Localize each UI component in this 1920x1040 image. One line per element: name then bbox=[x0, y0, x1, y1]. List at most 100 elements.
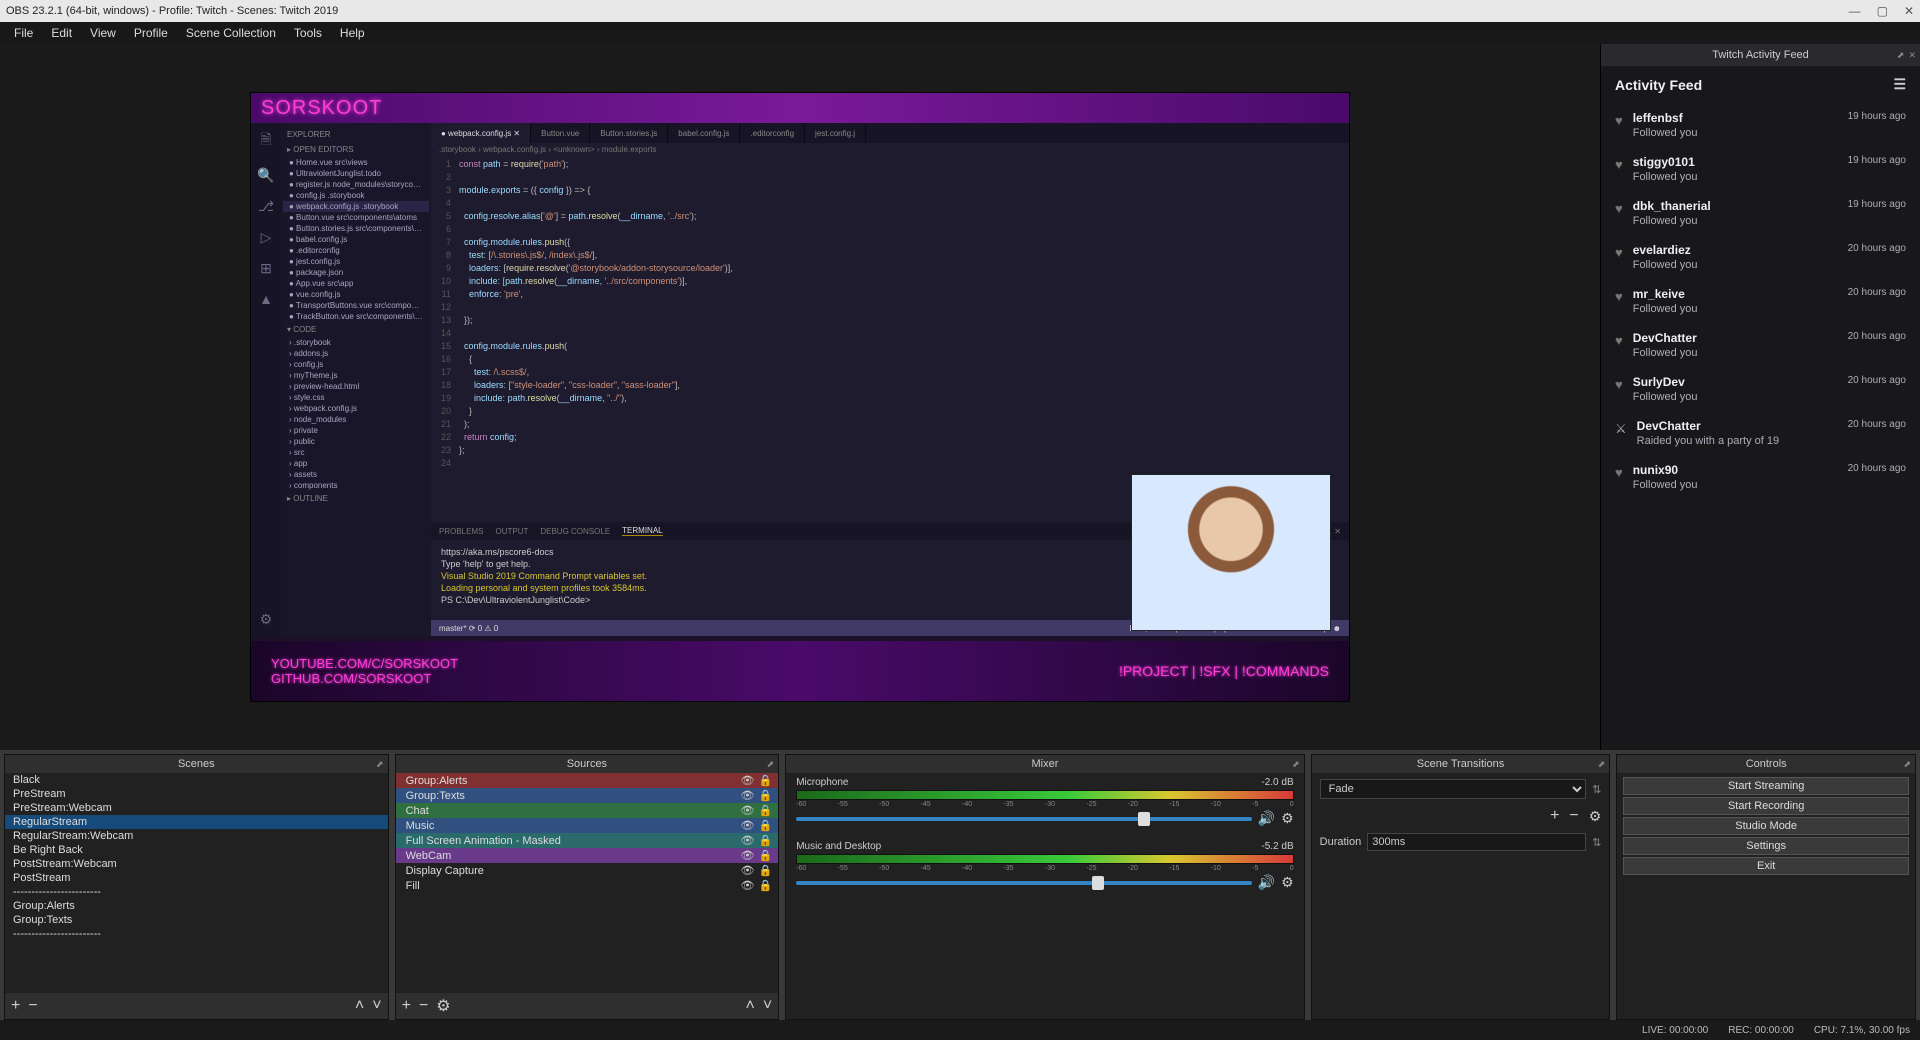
feed-item[interactable]: ♥ mr_keive Followed you 20 hours ago bbox=[1601, 279, 1920, 323]
menu-view[interactable]: View bbox=[82, 24, 124, 42]
scene-item[interactable]: ------------------------ bbox=[5, 927, 388, 941]
source-item[interactable]: Group:Alerts 👁🔒 bbox=[396, 773, 779, 788]
scene-item[interactable]: Be Right Back bbox=[5, 843, 388, 857]
move-down-button[interactable]: ˅ bbox=[372, 997, 381, 1015]
feed-item[interactable]: ⚔ DevChatter Raided you with a party of … bbox=[1601, 411, 1920, 455]
close-button[interactable]: ✕ bbox=[1904, 4, 1914, 18]
extensions-icon[interactable]: ⊞ bbox=[260, 260, 272, 277]
exit-button[interactable]: Exit bbox=[1623, 857, 1909, 875]
editor-item[interactable]: ● package.json bbox=[283, 267, 429, 278]
scene-item[interactable]: PostStream bbox=[5, 871, 388, 885]
tree-item[interactable]: › src bbox=[283, 447, 429, 458]
lock-icon[interactable]: 🔒 bbox=[758, 864, 772, 877]
code-editor[interactable]: 1const path = require('path');23module.e… bbox=[431, 156, 1349, 522]
speaker-icon[interactable]: 🔊 bbox=[1258, 874, 1275, 891]
popout-icon[interactable]: ⬈ bbox=[1903, 759, 1911, 770]
visibility-icon[interactable]: 👁 bbox=[741, 849, 755, 862]
lock-icon[interactable]: 🔒 bbox=[758, 804, 772, 817]
minimize-button[interactable]: — bbox=[1849, 4, 1861, 18]
breadcrumb[interactable]: .storybook › webpack.config.js › <unknow… bbox=[431, 143, 1349, 156]
visibility-icon[interactable]: 👁 bbox=[741, 879, 755, 892]
menu-profile[interactable]: Profile bbox=[126, 24, 176, 42]
popout-icon[interactable]: ⬈ bbox=[1292, 759, 1300, 770]
visibility-icon[interactable]: 👁 bbox=[741, 774, 755, 787]
transition-stepper-icon[interactable]: ⇅ bbox=[1592, 783, 1601, 796]
tree-item[interactable]: › node_modules bbox=[283, 414, 429, 425]
settings-icon[interactable]: ⚙ bbox=[260, 611, 273, 628]
scene-item[interactable]: RegularStream:Webcam bbox=[5, 829, 388, 843]
source-item[interactable]: Chat 👁🔒 bbox=[396, 803, 779, 818]
volume-slider[interactable] bbox=[796, 881, 1251, 885]
files-icon[interactable]: 🗎 bbox=[260, 129, 271, 153]
editor-item[interactable]: ● Button.stories.js src\components\atoms bbox=[283, 223, 429, 234]
status-left[interactable]: master* ⟳ 0 ⚠ 0 bbox=[439, 624, 498, 633]
feed-item[interactable]: ♥ evelardiez Followed you 20 hours ago bbox=[1601, 235, 1920, 279]
move-up-button[interactable]: ˄ bbox=[355, 997, 364, 1015]
visibility-icon[interactable]: 👁 bbox=[741, 789, 755, 802]
remove-scene-button[interactable]: − bbox=[28, 997, 37, 1015]
source-item[interactable]: WebCam 👁🔒 bbox=[396, 848, 779, 863]
tree-item[interactable]: › webpack.config.js bbox=[283, 403, 429, 414]
feed-item[interactable]: ♥ leffenbsf Followed you 19 hours ago bbox=[1601, 103, 1920, 147]
feed-item[interactable]: ♥ nunix90 Followed you 20 hours ago bbox=[1601, 455, 1920, 499]
feed-item[interactable]: ♥ SurlyDev Followed you 20 hours ago bbox=[1601, 367, 1920, 411]
git-icon[interactable]: ⎇ bbox=[258, 198, 274, 215]
editor-item[interactable]: ● babel.config.js bbox=[283, 234, 429, 245]
remove-transition-button[interactable]: − bbox=[1569, 807, 1578, 825]
feed-item[interactable]: ♥ stiggy0101 Followed you 19 hours ago bbox=[1601, 147, 1920, 191]
tree-item[interactable]: › app bbox=[283, 458, 429, 469]
visibility-icon[interactable]: 👁 bbox=[741, 804, 755, 817]
duration-stepper-icon[interactable]: ⇅ bbox=[1592, 836, 1601, 849]
settings-button[interactable]: Settings bbox=[1623, 837, 1909, 855]
visibility-icon[interactable]: 👁 bbox=[741, 834, 755, 847]
tree-item[interactable]: › myTheme.js bbox=[283, 370, 429, 381]
editor-item[interactable]: ● .editorconfig bbox=[283, 245, 429, 256]
tree-item[interactable]: › addons.js bbox=[283, 348, 429, 359]
lock-icon[interactable]: 🔒 bbox=[758, 774, 772, 787]
lock-icon[interactable]: 🔒 bbox=[758, 849, 772, 862]
scene-item[interactable]: ------------------------ bbox=[5, 885, 388, 899]
channel-settings-icon[interactable]: ⚙ bbox=[1281, 810, 1294, 827]
editor-tab[interactable]: Button.vue bbox=[531, 123, 590, 143]
tree-item[interactable]: › private bbox=[283, 425, 429, 436]
terminal-close-icon[interactable]: ✕ bbox=[1334, 527, 1341, 536]
editor-item[interactable]: ● TrackButton.vue src\components\atoms bbox=[283, 311, 429, 322]
scene-item[interactable]: PreStream bbox=[5, 787, 388, 801]
scene-item[interactable]: Black bbox=[5, 773, 388, 787]
outline-header[interactable]: ▸ OUTLINE bbox=[283, 491, 429, 506]
editor-item[interactable]: ● App.vue src\app bbox=[283, 278, 429, 289]
tree-item[interactable]: › public bbox=[283, 436, 429, 447]
feed-item[interactable]: ♥ dbk_thanerial Followed you 19 hours ag… bbox=[1601, 191, 1920, 235]
tree-item[interactable]: › assets bbox=[283, 469, 429, 480]
menu-file[interactable]: File bbox=[6, 24, 41, 42]
editor-item[interactable]: ● TransportButtons.vue src\components\or… bbox=[283, 300, 429, 311]
menu-edit[interactable]: Edit bbox=[43, 24, 80, 42]
tree-item[interactable]: › config.js bbox=[283, 359, 429, 370]
tree-item[interactable]: › .storybook bbox=[283, 337, 429, 348]
debug-icon[interactable]: ▷ bbox=[261, 229, 272, 246]
remove-source-button[interactable]: − bbox=[419, 997, 428, 1015]
transition-select[interactable]: Fade bbox=[1320, 779, 1586, 799]
editor-item[interactable]: ● UltraviolentJunglist.todo bbox=[283, 168, 429, 179]
volume-slider[interactable] bbox=[796, 817, 1251, 821]
studio-mode-button[interactable]: Studio Mode bbox=[1623, 817, 1909, 835]
source-item[interactable]: Full Screen Animation - Masked 👁🔒 bbox=[396, 833, 779, 848]
editor-tab[interactable]: .editorconfig bbox=[740, 123, 805, 143]
editor-item[interactable]: ● Button.vue src\components\atoms bbox=[283, 212, 429, 223]
editor-item[interactable]: ● jest.config.js bbox=[283, 256, 429, 267]
editor-tab[interactable]: Button.stories.js bbox=[590, 123, 668, 143]
move-down-button[interactable]: ˅ bbox=[763, 997, 772, 1015]
add-source-button[interactable]: + bbox=[402, 997, 411, 1015]
visibility-icon[interactable]: 👁 bbox=[741, 819, 755, 832]
scene-item[interactable]: Group:Alerts bbox=[5, 899, 388, 913]
channel-settings-icon[interactable]: ⚙ bbox=[1281, 874, 1294, 891]
transition-properties-button[interactable]: ⚙ bbox=[1589, 808, 1602, 825]
maximize-button[interactable]: ▢ bbox=[1877, 4, 1888, 18]
lock-icon[interactable]: 🔒 bbox=[758, 789, 772, 802]
terminal-tab[interactable]: OUTPUT bbox=[495, 527, 528, 536]
editor-item[interactable]: ● register.js node_modules\storycore-add… bbox=[283, 179, 429, 190]
popout-icon[interactable]: ⬈ bbox=[767, 759, 775, 770]
start-streaming-button[interactable]: Start Streaming bbox=[1623, 777, 1909, 795]
popout-icon[interactable]: ⬈ bbox=[376, 759, 384, 770]
move-up-button[interactable]: ˄ bbox=[746, 997, 755, 1015]
